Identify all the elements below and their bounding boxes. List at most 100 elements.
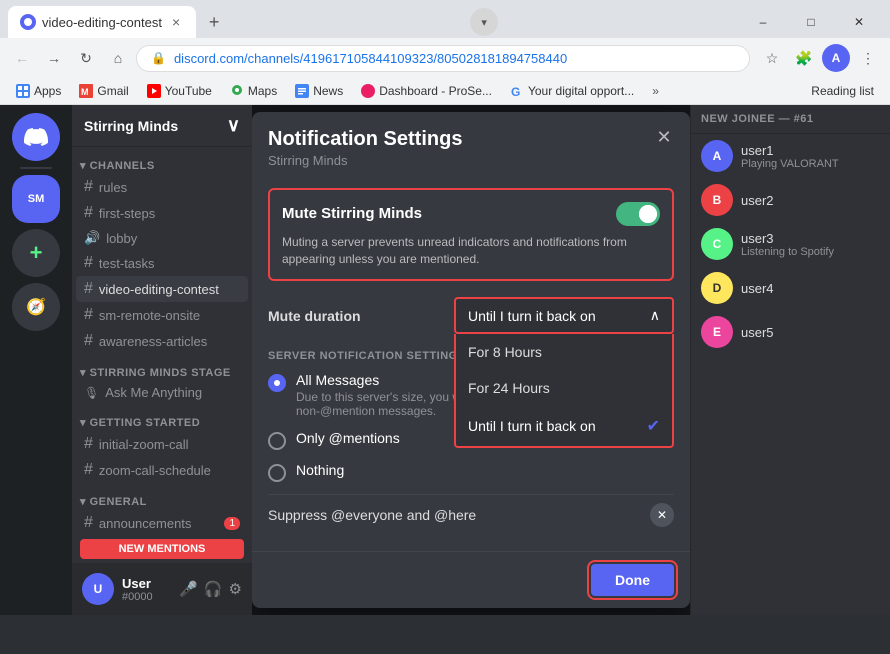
window-controls: – □ ✕ xyxy=(740,6,882,38)
bookmark-star-button[interactable]: ☆ xyxy=(758,44,786,72)
maps-icon xyxy=(230,84,244,98)
back-button[interactable]: ← xyxy=(8,44,36,72)
svg-text:M: M xyxy=(81,87,89,97)
settings-icon[interactable]: ⚙ xyxy=(229,580,242,598)
modal-subtitle: Stirring Minds xyxy=(268,153,674,168)
section-getting-started[interactable]: ▾ GETTING STARTED xyxy=(72,404,252,431)
tab-close-button[interactable]: × xyxy=(168,12,184,32)
member-avatar-5: E xyxy=(701,316,733,348)
menu-button[interactable]: ⋮ xyxy=(854,44,882,72)
channel-list: Stirring Minds ∨ ▾ Channels # rules # fi… xyxy=(72,105,252,615)
server-icon-add[interactable]: + xyxy=(12,229,60,277)
address-bar[interactable]: 🔒 discord.com/channels/41961710584410932… xyxy=(136,45,750,72)
channel-item-lobby[interactable]: 🔊 lobby xyxy=(76,226,248,250)
news-label: News xyxy=(313,84,343,98)
channel-item-initial-zoom[interactable]: # initial-zoom-call xyxy=(76,431,248,457)
dashboard-icon xyxy=(361,84,375,98)
new-tab-button[interactable]: + xyxy=(200,8,228,36)
refresh-button[interactable]: ↻ xyxy=(72,44,100,72)
google-label: Your digital opport... xyxy=(528,84,634,98)
close-button[interactable]: ✕ xyxy=(836,6,882,38)
dropdown-option-24hr[interactable]: For 24 Hours xyxy=(456,370,672,406)
google-icon: G xyxy=(510,84,524,98)
profile-dropdown[interactable]: ▾ xyxy=(470,8,498,36)
maximize-button[interactable]: □ xyxy=(788,6,834,38)
bookmark-maps[interactable]: Maps xyxy=(222,81,285,101)
channel-item-sm-remote[interactable]: # sm-remote-onsite xyxy=(76,302,248,328)
member-item-3[interactable]: C user3 Listening to Spotify xyxy=(691,222,890,266)
channel-item-video-editing[interactable]: # video-editing-contest xyxy=(76,276,248,302)
tab-favicon xyxy=(20,14,36,30)
profile-avatar[interactable]: A xyxy=(822,44,850,72)
forward-button[interactable]: → xyxy=(40,44,68,72)
deafen-icon[interactable]: 🎧 xyxy=(204,580,223,598)
duration-label: Mute duration xyxy=(268,308,361,324)
member-item-4[interactable]: D user4 xyxy=(691,266,890,310)
channel-item-zoom-schedule[interactable]: # zoom-call-schedule xyxy=(76,457,248,483)
member-item-5[interactable]: E user5 xyxy=(691,310,890,354)
done-button[interactable]: Done xyxy=(591,564,674,596)
channel-item-test-tasks[interactable]: # test-tasks xyxy=(76,250,248,276)
bookmark-news[interactable]: News xyxy=(287,81,351,101)
option-8hr-label: For 8 Hours xyxy=(468,344,542,360)
tab-bar: video-editing-contest × + ▾ – □ ✕ xyxy=(0,0,890,38)
radio-circle-mentions xyxy=(268,432,286,450)
radio-nothing[interactable]: Nothing xyxy=(268,462,674,482)
server-icon-explore[interactable]: 🧭 xyxy=(12,283,60,331)
member-item-2[interactable]: B user2 xyxy=(691,178,890,222)
mute-icon[interactable]: 🎤 xyxy=(179,580,198,598)
member-name-5: user5 xyxy=(741,325,774,340)
section-general[interactable]: ▾ GENERAL xyxy=(72,483,252,510)
notification-settings-modal: Notification Settings Stirring Minds ✕ M… xyxy=(252,112,690,609)
channel-name-rules: rules xyxy=(99,180,127,195)
hash-icon: # xyxy=(84,178,93,196)
bookmark-youtube[interactable]: YouTube xyxy=(139,81,220,101)
channel-name-awareness: awareness-articles xyxy=(99,334,207,349)
section-stirring-minds-stage[interactable]: ▾ STIRRING MINDS STAGE xyxy=(72,354,252,381)
server-name: Stirring Minds xyxy=(84,118,178,134)
channel-item-ask-me[interactable]: 🎙 Ask Me Anything xyxy=(76,381,248,404)
suppress-x-button[interactable]: ✕ xyxy=(650,503,674,527)
suppress-label: Suppress @everyone and @here xyxy=(268,507,476,523)
dropdown-option-8hr[interactable]: For 8 Hours xyxy=(456,334,672,370)
channel-item-announcements[interactable]: # announcements 1 xyxy=(76,510,248,535)
mute-duration-dropdown[interactable]: Until I turn it back on ∧ For 8 Hours Fo… xyxy=(454,297,674,334)
dropdown-selected-value[interactable]: Until I turn it back on ∧ xyxy=(454,297,674,334)
minimize-button[interactable]: – xyxy=(740,6,786,38)
modal-title: Notification Settings xyxy=(268,128,674,151)
extensions-button[interactable]: 🧩 xyxy=(790,44,818,72)
discord-home-icon[interactable] xyxy=(12,113,60,161)
active-tab[interactable]: video-editing-contest × xyxy=(8,6,196,38)
mute-section: Mute Stirring Minds Muting a server prev… xyxy=(268,188,674,282)
bookmark-dashboard[interactable]: Dashboard - ProSe... xyxy=(353,81,500,101)
new-mentions-button[interactable]: NEW MENTIONS xyxy=(80,539,244,559)
reading-list-button[interactable]: Reading list xyxy=(803,81,882,101)
server-header[interactable]: Stirring Minds ∨ xyxy=(72,105,252,147)
channel-name-first-steps: first-steps xyxy=(99,206,155,221)
member-status-3: Listening to Spotify xyxy=(741,246,834,258)
server-icon-stirring-minds[interactable]: SM xyxy=(12,175,60,223)
bookmark-apps[interactable]: Apps xyxy=(8,81,69,101)
member-avatar-4: D xyxy=(701,272,733,304)
nav-bar: ← → ↻ ⌂ 🔒 discord.com/channels/419617105… xyxy=(0,38,890,78)
user-tag: #0000 xyxy=(122,591,153,603)
bookmark-gmail[interactable]: M Gmail xyxy=(71,81,136,101)
home-button[interactable]: ⌂ xyxy=(104,44,132,72)
apps-icon xyxy=(16,84,30,98)
chevron-up-icon: ∧ xyxy=(650,307,660,324)
dropdown-option-until[interactable]: Until I turn it back on ✔ xyxy=(456,406,672,446)
bookmark-google[interactable]: G Your digital opport... xyxy=(502,81,642,101)
modal-close-button[interactable]: ✕ xyxy=(650,124,678,152)
right-panel-header: NEW JOINEE — #61 xyxy=(691,105,890,134)
check-icon: ✔ xyxy=(647,416,660,436)
hash-icon: # xyxy=(84,204,93,222)
member-info-4: user4 xyxy=(741,281,774,296)
channel-item-awareness[interactable]: # awareness-articles xyxy=(76,328,248,354)
option-24hr-label: For 24 Hours xyxy=(468,380,550,396)
channel-item-first-steps[interactable]: # first-steps xyxy=(76,200,248,226)
member-item-1[interactable]: A user1 Playing VALORANT xyxy=(691,134,890,178)
channel-item-rules[interactable]: # rules xyxy=(76,174,248,200)
radio-circle-all xyxy=(268,374,286,392)
mute-toggle[interactable] xyxy=(616,202,660,226)
bookmarks-more-button[interactable]: » xyxy=(646,81,665,101)
